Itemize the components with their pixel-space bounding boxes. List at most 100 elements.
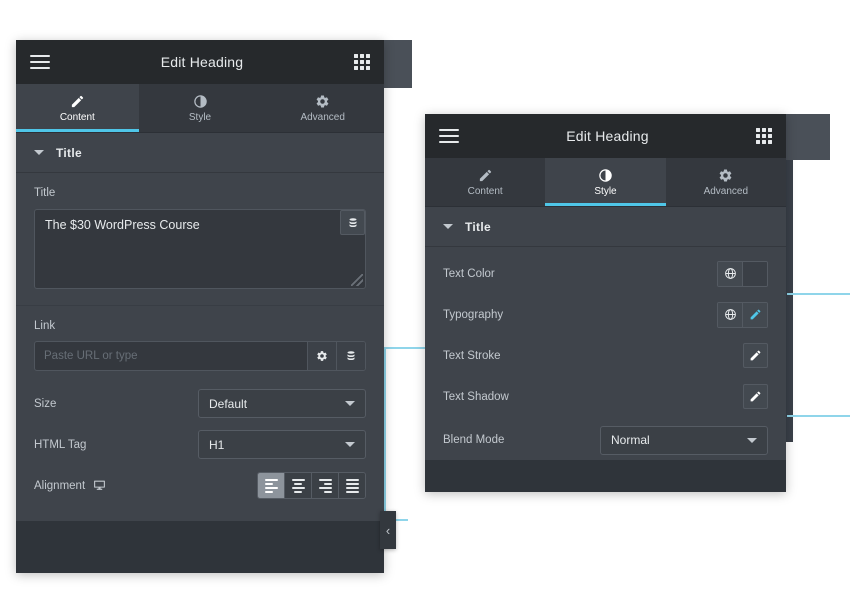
- size-field-row: Size Default: [16, 383, 384, 424]
- typography-edit-button[interactable]: [742, 302, 767, 327]
- gear-icon: [317, 351, 327, 361]
- typography-global-button[interactable]: [718, 302, 742, 327]
- pencil-icon: [70, 94, 85, 109]
- align-right-button[interactable]: [311, 473, 338, 498]
- panel1-header: Edit Heading: [16, 40, 384, 84]
- chevron-down-icon: [345, 401, 355, 406]
- tab-content[interactable]: Content: [425, 158, 545, 206]
- text-shadow-row: Text Shadow: [425, 376, 786, 417]
- text-shadow-edit-button[interactable]: [743, 384, 768, 409]
- panel1-body: Title The $30 WordPress Course Link Past…: [16, 173, 384, 506]
- hamburger-icon[interactable]: [439, 129, 459, 143]
- alignment-field-row: Alignment: [16, 465, 384, 506]
- section-title-header[interactable]: Title: [425, 207, 786, 247]
- globe-icon: [724, 268, 736, 279]
- text-color-global-button[interactable]: [718, 261, 742, 286]
- link-field-block: Link Paste URL or type: [16, 306, 384, 379]
- link-options-button[interactable]: [307, 342, 336, 370]
- blend-mode-row: Blend Mode Normal: [425, 417, 786, 463]
- globe-icon: [724, 309, 736, 320]
- tab-style[interactable]: Style: [139, 84, 262, 132]
- align-left-button[interactable]: [258, 473, 284, 498]
- link-input-group: Paste URL or type: [34, 341, 366, 371]
- database-icon: [347, 351, 355, 361]
- chevron-down-icon: [34, 150, 44, 155]
- link-input-placeholder: Paste URL or type: [44, 350, 138, 362]
- panel2-header: Edit Heading: [425, 114, 786, 158]
- text-stroke-label: Text Stroke: [443, 349, 501, 362]
- blend-mode-select[interactable]: Normal: [600, 425, 768, 455]
- alignment-field-label: Alignment: [34, 479, 86, 492]
- tab-advanced[interactable]: Advanced: [261, 84, 384, 132]
- text-color-swatch[interactable]: [742, 261, 767, 286]
- edit-heading-panel-style: Edit Heading Content Style Advanced Titl…: [425, 114, 786, 492]
- text-color-row: Text Color: [425, 253, 786, 294]
- database-icon: [349, 217, 356, 227]
- connector-line-panel2-top: [787, 293, 850, 295]
- tab-style-label: Style: [188, 111, 212, 123]
- align-justify-icon: [345, 478, 359, 493]
- link-field-label: Link: [34, 320, 56, 332]
- text-color-controls: [717, 260, 768, 287]
- chevron-down-icon: [345, 442, 355, 447]
- tab-content-label: Content: [467, 185, 503, 197]
- text-shadow-label: Text Shadow: [443, 390, 509, 403]
- resize-handle[interactable]: [351, 274, 363, 286]
- edit-heading-panel-content: Edit Heading Content Style Advanced Titl…: [16, 40, 384, 573]
- size-field-label: Size: [34, 397, 57, 410]
- gear-icon: [315, 94, 330, 109]
- chevron-down-icon: [443, 224, 453, 229]
- tab-advanced-label: Advanced: [703, 185, 749, 197]
- contrast-circle-icon: [598, 168, 613, 183]
- panel2-footer: [425, 460, 786, 492]
- title-textarea-wrap: The $30 WordPress Course: [34, 209, 366, 289]
- typography-row: Typography: [425, 294, 786, 335]
- blend-mode-label: Blend Mode: [443, 434, 505, 446]
- link-dynamic-tag-button[interactable]: [336, 342, 365, 370]
- title-dynamic-tag-button[interactable]: [340, 210, 365, 235]
- contrast-circle-icon: [193, 94, 208, 109]
- grid-icon[interactable]: [354, 54, 370, 70]
- connector-line-panel1-vertical: [384, 347, 386, 521]
- align-justify-button[interactable]: [338, 473, 365, 498]
- text-stroke-row: Text Stroke: [425, 335, 786, 376]
- size-select-value: Default: [209, 396, 248, 411]
- tab-content[interactable]: Content: [16, 84, 139, 132]
- panel2-title: Edit Heading: [566, 128, 649, 144]
- tab-style[interactable]: Style: [545, 158, 666, 206]
- panel2-header-stub: [786, 114, 830, 160]
- section-title-header[interactable]: Title: [16, 133, 384, 173]
- desktop-icon[interactable]: [93, 479, 106, 492]
- pencil-icon: [750, 391, 761, 402]
- typography-controls: [717, 301, 768, 328]
- text-stroke-edit-button[interactable]: [743, 343, 768, 368]
- gear-icon: [718, 168, 733, 183]
- html-tag-select-value: H1: [209, 437, 225, 452]
- tab-advanced[interactable]: Advanced: [666, 158, 786, 206]
- title-field-label: Title: [34, 187, 56, 199]
- blend-mode-select-value: Normal: [611, 433, 650, 447]
- section-title-label: Title: [56, 145, 82, 160]
- link-input[interactable]: Paste URL or type: [35, 342, 307, 370]
- html-tag-select[interactable]: H1: [198, 430, 366, 459]
- grid-icon[interactable]: [756, 128, 772, 144]
- size-select[interactable]: Default: [198, 389, 366, 418]
- title-field-block: Title The $30 WordPress Course: [16, 173, 384, 306]
- chevron-down-icon: [747, 437, 757, 443]
- align-center-icon: [291, 478, 305, 493]
- panel1-tabs: Content Style Advanced: [16, 84, 384, 133]
- tab-advanced-label: Advanced: [300, 111, 345, 123]
- panel-collapse-toggle[interactable]: ‹: [380, 511, 396, 549]
- title-input[interactable]: The $30 WordPress Course: [34, 209, 366, 289]
- pencil-icon: [478, 168, 493, 183]
- html-tag-field-label: HTML Tag: [34, 438, 87, 451]
- panel2-body: Text Color Typography Text Stroke Text S…: [425, 247, 786, 463]
- panel1-title: Edit Heading: [160, 54, 244, 70]
- connector-line-panel2-bottom: [787, 415, 850, 417]
- panel1-header-stub: [384, 40, 412, 88]
- text-color-label: Text Color: [443, 267, 495, 280]
- panel2-tabs: Content Style Advanced: [425, 158, 786, 207]
- hamburger-icon[interactable]: [30, 55, 50, 69]
- align-center-button[interactable]: [284, 473, 311, 498]
- align-left-icon: [264, 478, 278, 493]
